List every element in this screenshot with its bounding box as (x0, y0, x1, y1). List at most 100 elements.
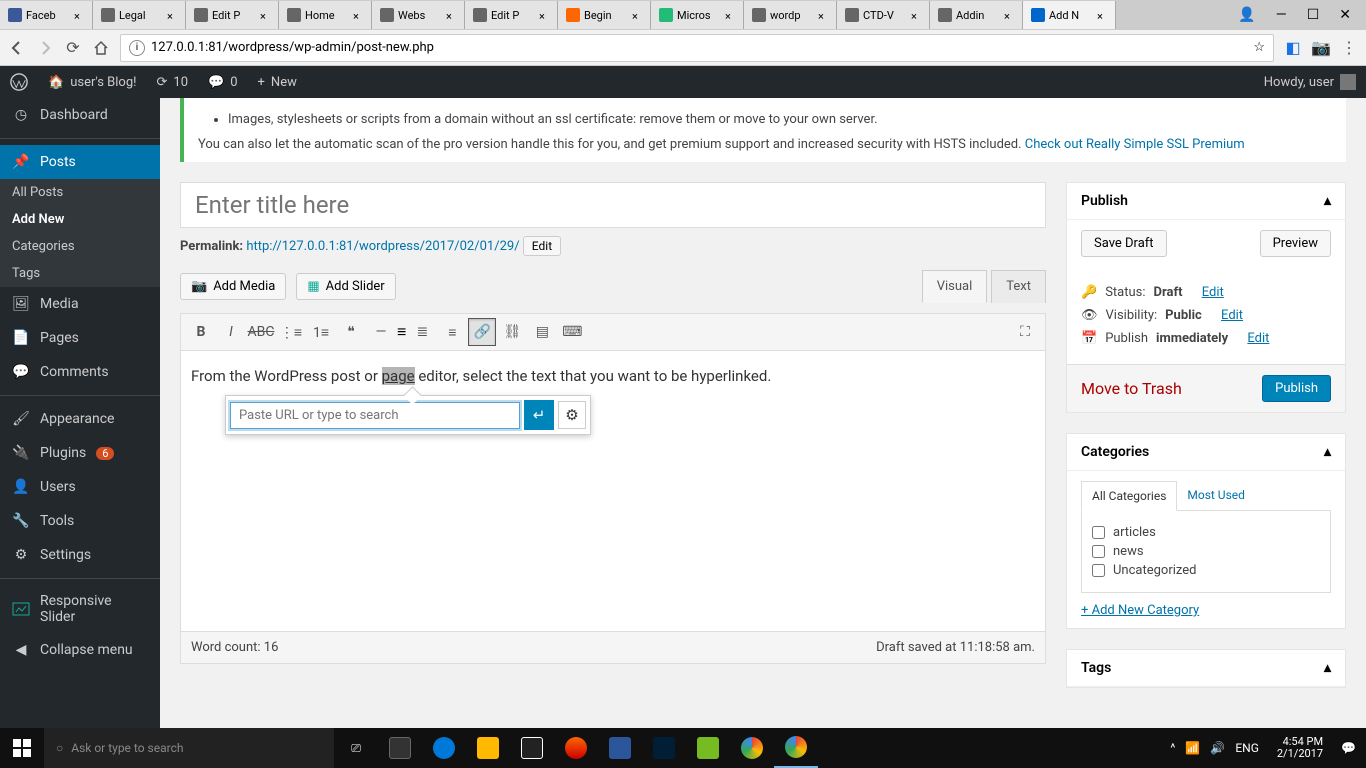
browser-tab[interactable]: Edit P× (465, 1, 558, 29)
taskbar-app[interactable] (422, 728, 466, 768)
reload-button[interactable]: ⟳ (64, 39, 82, 57)
close-icon[interactable]: × (1097, 10, 1107, 20)
extension-icon[interactable]: ◧ (1284, 39, 1302, 57)
post-title-input[interactable] (180, 182, 1046, 228)
browser-tab[interactable]: Webs× (372, 1, 465, 29)
category-checkbox[interactable]: articles (1092, 525, 1320, 540)
sidebar-item-comments[interactable]: 💬Comments (0, 355, 160, 389)
taskbar-app[interactable] (554, 728, 598, 768)
notifications-icon[interactable]: 💬 (1341, 741, 1356, 755)
close-icon[interactable]: × (911, 10, 921, 20)
category-checkbox[interactable]: Uncategorized (1092, 563, 1320, 578)
tab-visual[interactable]: Visual (922, 270, 988, 303)
volume-icon[interactable]: 🔊 (1210, 741, 1225, 755)
star-icon[interactable]: ☆ (1253, 40, 1265, 55)
link-url-input[interactable] (230, 402, 520, 429)
sidebar-item-media[interactable]: 🖼Media (0, 287, 160, 321)
editor-content[interactable]: From the WordPress post or page editor, … (181, 351, 1045, 631)
toolbar-toggle-button[interactable]: ⌨ (558, 318, 586, 346)
hr-button[interactable]: — (367, 318, 395, 346)
link-options-button[interactable]: ⚙ (558, 401, 586, 429)
unlink-button[interactable]: ⛓ (498, 318, 526, 346)
updates[interactable]: ⟳10 (147, 66, 199, 98)
taskbar-app[interactable] (642, 728, 686, 768)
sidebar-item-posts[interactable]: 📌Posts (0, 145, 160, 179)
edit-date-link[interactable]: Edit (1247, 331, 1269, 346)
maximize-icon[interactable]: ☐ (1307, 7, 1320, 23)
menu-icon[interactable]: ⋮ (1340, 39, 1358, 57)
sidebar-sub-tags[interactable]: Tags (0, 260, 160, 287)
new-content[interactable]: +New (248, 66, 307, 98)
user-icon[interactable]: 👤 (1238, 7, 1255, 23)
minimize-icon[interactable]: — (1276, 7, 1287, 23)
close-icon[interactable]: ✕ (1339, 7, 1351, 23)
sidebar-item-responsive-slider[interactable]: Responsive Slider (0, 585, 160, 633)
close-icon[interactable]: × (818, 10, 828, 20)
taskbar-app[interactable] (378, 728, 422, 768)
fullscreen-button[interactable]: ⛶ (1011, 318, 1039, 346)
tab-all-categories[interactable]: All Categories (1081, 481, 1177, 511)
tab-text[interactable]: Text (991, 270, 1046, 303)
more-button[interactable]: ▤ (528, 318, 556, 346)
add-media-button[interactable]: 📷Add Media (180, 273, 286, 300)
browser-tab[interactable]: Edit P× (186, 1, 279, 29)
close-icon[interactable]: × (167, 10, 177, 20)
bullet-list-button[interactable]: ⋮≡ (277, 318, 305, 346)
close-icon[interactable]: × (446, 10, 456, 20)
browser-tab[interactable]: Addin× (930, 1, 1023, 29)
collapse-menu[interactable]: ◀Collapse menu (0, 633, 160, 667)
sidebar-item-plugins[interactable]: 🔌Plugins6 (0, 436, 160, 470)
align-center-button[interactable]: ≣ (408, 318, 436, 346)
sidebar-item-tools[interactable]: 🔧Tools (0, 504, 160, 538)
close-icon[interactable]: × (260, 10, 270, 20)
publish-metabox-title[interactable]: Publish▴ (1067, 183, 1345, 220)
categories-metabox-title[interactable]: Categories▴ (1067, 434, 1345, 471)
taskbar-app[interactable] (466, 728, 510, 768)
category-checkbox[interactable]: news (1092, 544, 1320, 559)
sidebar-sub-categories[interactable]: Categories (0, 233, 160, 260)
save-draft-button[interactable]: Save Draft (1081, 230, 1167, 257)
back-button[interactable] (8, 39, 26, 57)
edit-visibility-link[interactable]: Edit (1221, 308, 1243, 323)
taskbar-app[interactable] (774, 728, 818, 768)
close-icon[interactable]: × (539, 10, 549, 20)
sidebar-item-users[interactable]: 👤Users (0, 470, 160, 504)
wifi-icon[interactable]: 📶 (1185, 741, 1200, 755)
language-indicator[interactable]: ENG (1235, 741, 1259, 755)
taskbar-app[interactable] (598, 728, 642, 768)
browser-tab[interactable]: Begin× (558, 1, 651, 29)
browser-tab[interactable]: CTD-V× (837, 1, 930, 29)
edit-permalink-button[interactable]: Edit (523, 236, 561, 256)
sidebar-item-pages[interactable]: 📄Pages (0, 321, 160, 355)
tab-most-used[interactable]: Most Used (1177, 481, 1255, 510)
close-icon[interactable]: × (725, 10, 735, 20)
bold-button[interactable]: B (187, 318, 215, 346)
info-icon[interactable]: i (129, 40, 145, 56)
browser-tab[interactable]: wordp× (744, 1, 837, 29)
align-left-button[interactable]: ≡ (397, 322, 406, 342)
strikethrough-button[interactable]: ABC (247, 318, 275, 346)
sidebar-item-dashboard[interactable]: ◷Dashboard (0, 98, 160, 132)
browser-tab[interactable]: Micros× (651, 1, 744, 29)
align-right-button[interactable]: ≡ (438, 318, 466, 346)
howdy-user[interactable]: Howdy, user (1254, 66, 1366, 98)
sidebar-item-settings[interactable]: ⚙Settings (0, 538, 160, 572)
browser-tab[interactable]: Add N× (1023, 1, 1116, 29)
taskbar-clock[interactable]: 4:54 PM 2/1/2017 (1269, 736, 1331, 760)
site-name[interactable]: 🏠user's Blog! (38, 66, 147, 98)
taskbar-app[interactable] (730, 728, 774, 768)
preview-button[interactable]: Preview (1260, 230, 1331, 257)
publish-button[interactable]: Publish (1262, 375, 1331, 402)
home-button[interactable] (92, 39, 110, 57)
taskbar-app[interactable] (686, 728, 730, 768)
italic-button[interactable]: I (217, 318, 245, 346)
taskbar-app[interactable] (510, 728, 554, 768)
comments[interactable]: 💬0 (198, 66, 248, 98)
extension-icon[interactable]: 📷 (1312, 39, 1330, 57)
tags-metabox-title[interactable]: Tags▴ (1067, 650, 1345, 687)
blockquote-button[interactable]: ❝ (337, 318, 365, 346)
add-slider-button[interactable]: ▦Add Slider (296, 273, 395, 300)
apply-link-button[interactable]: ↵ (524, 400, 554, 430)
browser-tab[interactable]: Home× (279, 1, 372, 29)
numbered-list-button[interactable]: 1≡ (307, 318, 335, 346)
